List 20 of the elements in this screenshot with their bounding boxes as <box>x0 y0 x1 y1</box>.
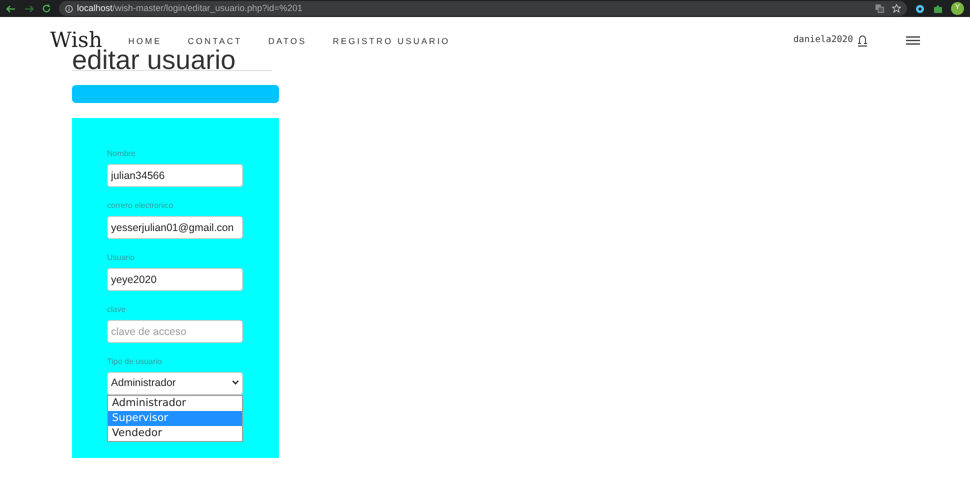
address-bar[interactable]: localhost/wish-master/login/editar_usuario.php?id=%201 <box>59 1 907 16</box>
nav-link[interactable]: REGISTRO USUARIO <box>332 34 450 48</box>
url-text[interactable]: localhost/wish-master/login/editar_usuario.php?id=%201 <box>77 2 302 16</box>
field-label: clave <box>107 304 126 316</box>
field-label: correro electronico <box>107 200 174 212</box>
nav-link[interactable]: CONTACT <box>188 34 242 48</box>
input-field[interactable]: yeye2020 <box>107 268 243 291</box>
nav-link[interactable]: DATOS <box>268 34 307 48</box>
field-label: Nombre <box>107 148 136 160</box>
field-label: Tipo de usuario <box>107 356 162 368</box>
dropdown-option[interactable]: Vendedor <box>108 426 242 441</box>
username: daniela2020 <box>793 34 853 48</box>
field-label: Usuario <box>107 252 135 264</box>
page-title: editar usuario <box>72 47 272 71</box>
input-field[interactable]: julian34566 <box>107 164 243 187</box>
input-field[interactable]: yesserjulian01@gmail.con <box>107 216 243 239</box>
dropdown-option[interactable]: Administrador <box>108 396 242 411</box>
nav-link[interactable]: HOME <box>128 34 162 48</box>
password-field[interactable]: clave de acceso <box>107 320 243 343</box>
select-field[interactable]: Administrador <box>107 372 243 395</box>
